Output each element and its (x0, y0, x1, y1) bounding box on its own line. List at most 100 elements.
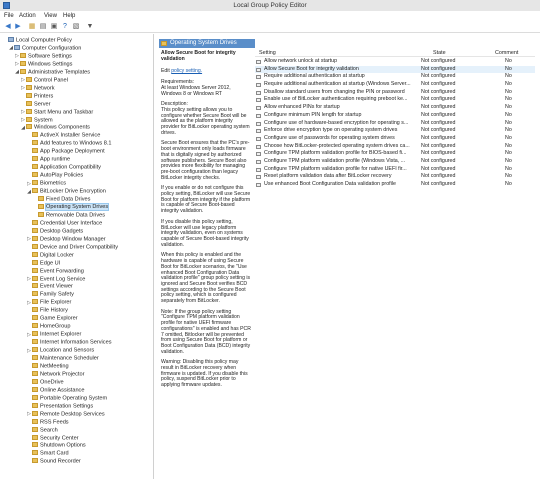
setting-row[interactable]: Allow Secure Boot for integrity validati… (255, 65, 535, 74)
back-icon[interactable]: ◀ (4, 23, 12, 31)
tree-item[interactable]: Sound Recorder (0, 458, 81, 466)
tree-item[interactable]: ◢ BitLocker Drive Encryption (0, 188, 106, 196)
menu-action[interactable]: Action (19, 13, 36, 19)
tree-item[interactable]: HomeGroup (0, 323, 70, 331)
setting-row[interactable]: Reset platform validation data after Bit… (255, 173, 535, 181)
tree-item[interactable]: RSS Feeds (0, 418, 69, 427)
tree-doc-icon (14, 44, 20, 50)
tree-item[interactable]: Online Assistance (0, 386, 84, 395)
help-icon[interactable]: ? (61, 23, 69, 31)
setting-row[interactable]: Allow enhanced PINs for startup Not confi… (255, 104, 535, 112)
tree-item[interactable]: Search (0, 426, 58, 435)
setting-row[interactable]: Disallow standard users from changing th… (255, 89, 535, 97)
tree-item[interactable]: Credential User Interface (0, 219, 102, 228)
tree-item[interactable]: ▷ Control Panel (0, 76, 68, 85)
tree-item[interactable]: ▷ Start Menu and Taskbar (0, 108, 93, 117)
tree-item[interactable]: Family Safety (0, 291, 74, 299)
tree-item[interactable]: Edge UI (0, 259, 60, 268)
setting-row[interactable]: Allow network unlock at startup Not confi… (255, 58, 535, 66)
setting-row[interactable]: Enable use of BitLocker authentication r… (255, 96, 535, 104)
tree-item[interactable]: Portable Operating System (0, 394, 107, 403)
setting-row[interactable]: Use enhanced Boot Configuration Data val… (255, 181, 535, 189)
column-setting[interactable]: Setting (259, 50, 276, 56)
filter-icon[interactable]: ▼ (86, 23, 94, 31)
tree-item[interactable]: ▷ Windows Settings (0, 60, 72, 69)
menu-file[interactable]: File (4, 13, 14, 19)
tree-item[interactable]: Shutdown Options (0, 442, 86, 450)
tree-item[interactable]: Application Compatibility (0, 164, 101, 172)
tree-item[interactable]: Operating System Drives (0, 203, 110, 212)
tree-item[interactable]: ▷ System (0, 116, 53, 125)
tree-item[interactable]: App Package Deployment (0, 148, 105, 156)
setting-row[interactable]: Choose how BitLocker-protected operating… (255, 143, 535, 151)
setting-comment: No (505, 111, 512, 118)
column-state[interactable]: State (433, 50, 446, 56)
tree-item[interactable]: Network Projector (0, 370, 84, 379)
setting-row[interactable]: Configure use of passwords for operating… (255, 135, 535, 143)
setting-row[interactable]: Configure use of hardware-based encrypti… (255, 120, 535, 128)
tree-item[interactable]: Fixed Data Drives (0, 196, 90, 204)
tree-item[interactable]: File History (0, 307, 68, 315)
policy-setting-icon (256, 90, 261, 95)
tree-item[interactable]: ▷ Biometrics (0, 180, 66, 188)
tree-folder-icon (32, 362, 38, 368)
up-folder-icon[interactable]: ▦ (28, 23, 36, 31)
menu-help[interactable]: Help (63, 13, 75, 19)
setting-row[interactable]: Enforce drive encryption type on operati… (255, 127, 535, 135)
tree-item[interactable]: Desktop Gadgets (0, 227, 83, 236)
tree-item[interactable]: NetMeeting (0, 362, 69, 371)
export-icon[interactable]: ▧ (72, 23, 80, 31)
tree-item[interactable]: Printers (0, 92, 53, 101)
tree-item[interactable]: Event Viewer (0, 283, 73, 291)
edit-policy-link[interactable]: policy setting. (171, 68, 202, 75)
tree-folder-icon (32, 275, 38, 281)
tree-item[interactable]: ▷ Location and Sensors (0, 347, 94, 355)
tree-item[interactable]: ◢ Computer Configuration (0, 44, 81, 53)
tree-item[interactable]: Server (0, 100, 50, 109)
setting-row[interactable]: Configure TPM platform validation profil… (255, 158, 535, 166)
setting-comment: No (505, 104, 512, 111)
tree-item-label: Presentation Settings (40, 403, 94, 410)
tree-item[interactable]: OneDrive (0, 378, 64, 387)
tree-item[interactable]: ◢ Windows Components (0, 124, 90, 132)
tree-item[interactable]: ▷ Desktop Window Manager (0, 235, 106, 244)
setting-row[interactable]: Configure TPM platform validation profil… (255, 150, 535, 158)
tree-item[interactable]: App runtime (0, 156, 70, 164)
tree-item[interactable]: ▷ Internet Explorer (0, 331, 81, 339)
tree-item[interactable]: Presentation Settings (0, 402, 94, 411)
setting-row[interactable]: Require additional authentication at sta… (255, 73, 535, 81)
tree-item[interactable]: Local Computer Policy (0, 37, 72, 45)
tree-item[interactable]: Event Forwarding (0, 267, 84, 276)
setting-row[interactable]: Configure TPM platform validation profil… (255, 166, 535, 174)
setting-row[interactable]: Configure minimum PIN length for startup… (255, 112, 535, 120)
navigation-tree[interactable]: Local Computer Policy ◢ Computer Configura… (0, 34, 154, 479)
show-hide-tree-icon[interactable]: ▤ (39, 23, 47, 31)
tree-item[interactable]: AutoPlay Policies (0, 172, 83, 180)
tree-item[interactable]: Device and Driver Compatibility (0, 243, 118, 252)
tree-item[interactable]: ▷ Network (0, 84, 55, 93)
tree-item[interactable]: Removable Data Drives (0, 211, 105, 220)
tree-item[interactable]: ▷ Software Settings (0, 52, 72, 61)
tree-folder-icon (32, 386, 38, 392)
setting-state: Not configured (421, 157, 456, 164)
setting-row[interactable]: Require additional authentication at sta… (255, 81, 535, 89)
tree-item[interactable]: Add features to Windows 8.1 (0, 140, 112, 148)
tree-item[interactable]: ▷ Remote Desktop Services (0, 410, 105, 419)
tree-item[interactable]: Security Center (0, 434, 79, 443)
tree-item[interactable]: ◢ Administrative Templates (0, 68, 90, 77)
tree-item[interactable]: ▷ Event Log Service (0, 275, 85, 284)
tree-item[interactable]: Digital Locker (0, 251, 74, 260)
policy-setting-icon (256, 83, 261, 88)
properties-icon[interactable]: ▣ (50, 23, 58, 31)
forward-icon[interactable]: ▶ (14, 23, 22, 31)
tree-item[interactable]: Internet Information Services (0, 339, 112, 347)
tree-item[interactable]: Game Explorer (0, 315, 78, 323)
tree-folder-icon (32, 331, 38, 337)
tree-item[interactable]: ActiveX Installer Service (0, 132, 100, 140)
tree-item[interactable]: Smart Card (0, 450, 69, 458)
menu-view[interactable]: View (44, 13, 57, 19)
tree-item[interactable]: ▷ File Explorer (0, 299, 71, 307)
column-comment[interactable]: Comment (495, 50, 518, 56)
tree-item[interactable]: Maintenance Scheduler (0, 355, 99, 363)
settings-list[interactable]: Allow network unlock at startup Not confi… (255, 58, 535, 189)
